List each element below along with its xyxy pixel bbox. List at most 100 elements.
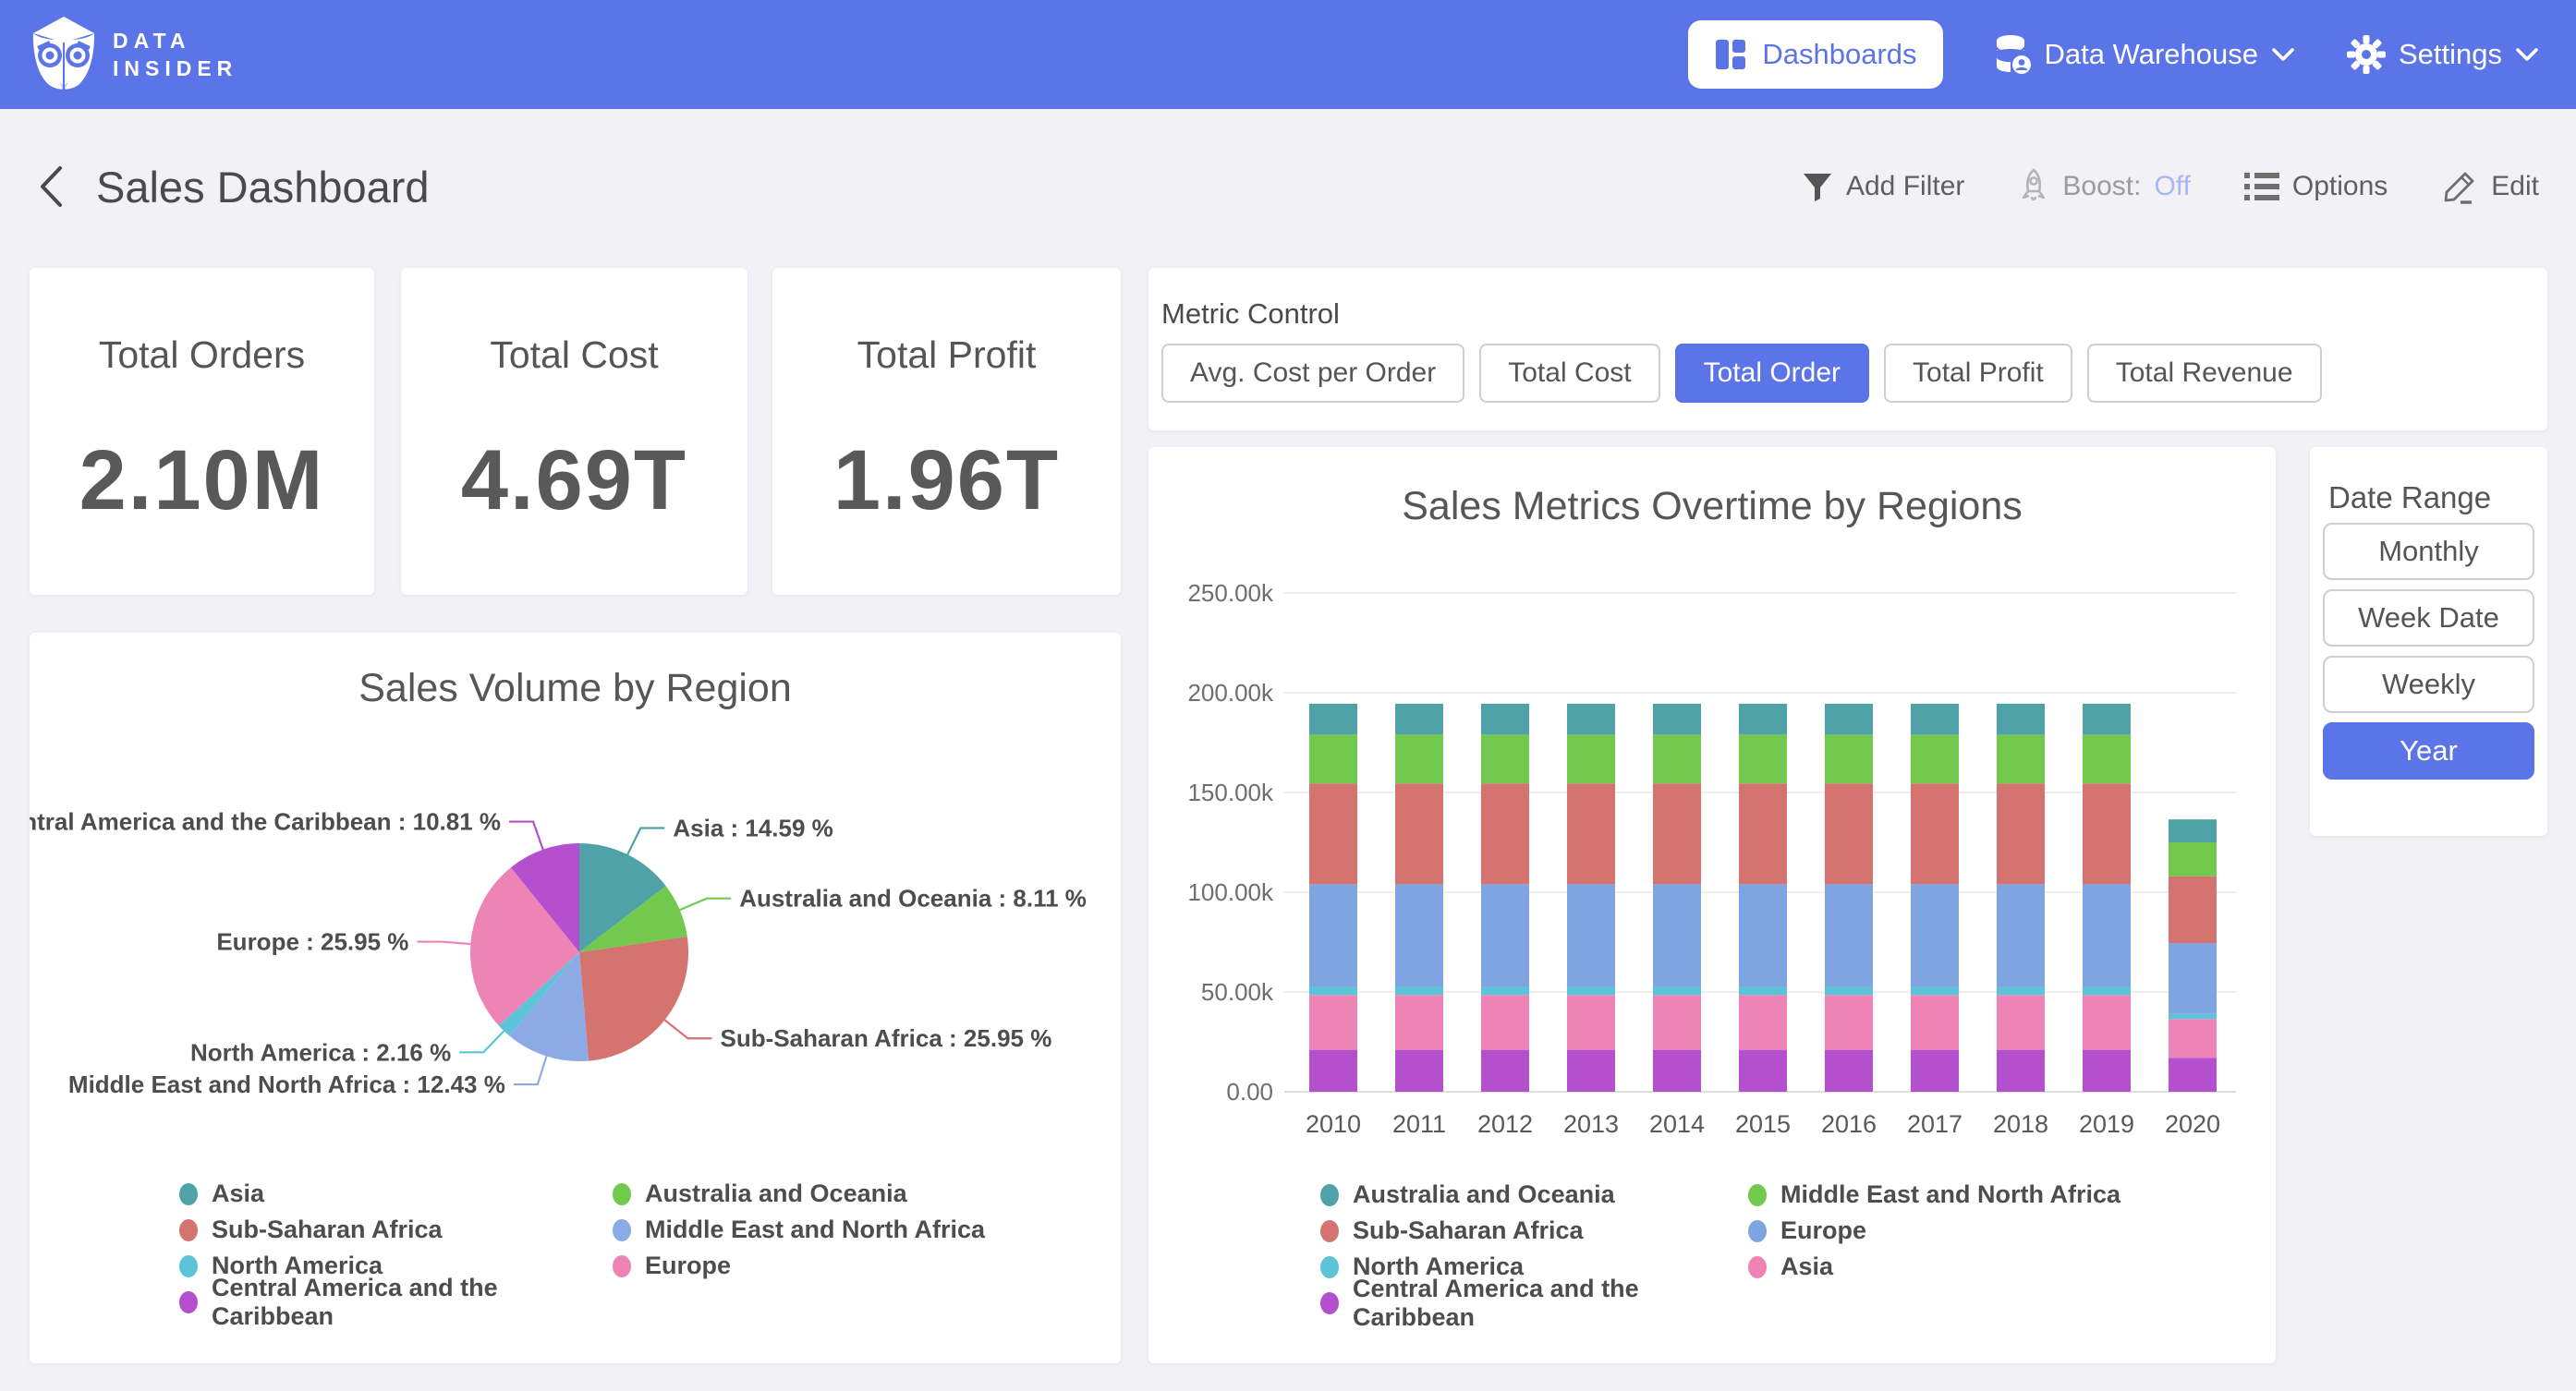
metric-button-total-order[interactable]: Total Order [1675,344,1869,403]
bar-segment[interactable] [1653,995,1701,1049]
bar-segment[interactable] [1997,884,2045,986]
metric-button-total-revenue[interactable]: Total Revenue [2087,344,2322,403]
bar-segment[interactable] [2083,734,2131,783]
bar-segment[interactable] [1395,704,1443,734]
bar-segment[interactable] [1481,704,1529,734]
bar-segment[interactable] [1481,1050,1529,1092]
metric-button-total-cost[interactable]: Total Cost [1479,344,1659,403]
bar-segment[interactable] [1825,734,1873,783]
bar-segment[interactable] [2169,842,2217,877]
bar-segment[interactable] [1567,734,1615,783]
bar-segment[interactable] [2083,995,2131,1049]
date-range-button-weekly[interactable]: Weekly [2323,656,2534,713]
nav-dashboards-button[interactable]: Dashboards [1688,20,1942,89]
options-button[interactable]: Options [2244,171,2388,202]
bar-segment[interactable] [1653,734,1701,783]
bar-segment[interactable] [2169,1058,2217,1092]
bar-segment[interactable] [1911,783,1959,884]
bar-segment[interactable] [2169,819,2217,842]
bar-segment[interactable] [1911,884,1959,986]
bar-segment[interactable] [1825,995,1873,1049]
bar-segment[interactable] [1567,704,1615,734]
bar-segment[interactable] [1739,1050,1787,1092]
bar-segment[interactable] [1997,734,2045,783]
metric-button-total-profit[interactable]: Total Profit [1884,344,2072,403]
bar-segment[interactable] [2169,1014,2217,1019]
bar-segment[interactable] [1911,995,1959,1049]
bar-segment[interactable] [1481,783,1529,884]
legend-item[interactable]: Australia and Oceania [1320,1177,1748,1213]
legend-item[interactable]: Europe [1748,1213,2120,1249]
bar-segment[interactable] [1997,1050,2045,1092]
bar-segment[interactable] [2083,783,2131,884]
bar-segment[interactable] [1481,995,1529,1049]
legend-item[interactable]: Asia [1748,1249,2120,1285]
bar-segment[interactable] [1997,987,2045,996]
bar-segment[interactable] [1481,884,1529,986]
bar-segment[interactable] [1309,734,1357,783]
bar-segment[interactable] [1911,734,1959,783]
legend-item[interactable]: Middle East and North Africa [1748,1177,2120,1213]
legend-item[interactable]: Australia and Oceania [613,1176,985,1212]
legend-item[interactable]: Europe [613,1248,985,1284]
legend-item[interactable]: Central America and the Caribbean [1320,1285,1748,1321]
boost-toggle[interactable]: Boost: Off [2018,168,2191,205]
bar-segment[interactable] [1481,734,1529,783]
bar-segment[interactable] [1309,1050,1357,1092]
bar-segment[interactable] [2169,877,2217,943]
date-range-button-monthly[interactable]: Monthly [2323,523,2534,580]
bar-segment[interactable] [1481,987,1529,996]
bar-segment[interactable] [1739,987,1787,996]
bar-segment[interactable] [1567,987,1615,996]
bar-segment[interactable] [1825,783,1873,884]
bar-segment[interactable] [1567,1050,1615,1092]
pie-chart[interactable]: Asia : 14.59 %Australia and Oceania : 8.… [30,633,1121,1167]
bar-segment[interactable] [2169,1019,2217,1058]
legend-item[interactable]: Central America and the Caribbean [179,1284,613,1320]
bar-segment[interactable] [1739,704,1787,734]
edit-button[interactable]: Edit [2441,168,2539,205]
bar-segment[interactable] [1911,987,1959,996]
pie-slice[interactable] [579,937,688,1061]
nav-data-warehouse[interactable]: Data Warehouse [1995,34,2295,75]
bar-segment[interactable] [1825,884,1873,986]
bar-segment[interactable] [1825,987,1873,996]
bar-segment[interactable] [1997,995,2045,1049]
bar-segment[interactable] [1567,995,1615,1049]
bar-segment[interactable] [1825,704,1873,734]
bar-segment[interactable] [1653,987,1701,996]
bar-segment[interactable] [1395,995,1443,1049]
bar-segment[interactable] [1309,884,1357,986]
bar-segment[interactable] [1395,1050,1443,1092]
bar-segment[interactable] [2083,1050,2131,1092]
bar-segment[interactable] [1653,884,1701,986]
legend-item[interactable]: Asia [179,1176,613,1212]
bar-segment[interactable] [1997,704,2045,734]
legend-item[interactable]: Sub-Saharan Africa [1320,1213,1748,1249]
nav-settings[interactable]: Settings [2347,35,2539,74]
date-range-button-week-date[interactable]: Week Date [2323,589,2534,647]
date-range-button-year[interactable]: Year [2323,722,2534,780]
bar-segment[interactable] [2169,943,2217,1014]
bar-segment[interactable] [1309,987,1357,996]
bar-segment[interactable] [1997,783,2045,884]
bar-segment[interactable] [1653,1050,1701,1092]
stacked-bar-chart[interactable]: 0.0050.00k100.00k150.00k200.00k250.00k20… [1148,447,2276,1158]
bar-segment[interactable] [1309,995,1357,1049]
bar-segment[interactable] [1309,704,1357,734]
bar-segment[interactable] [1825,1050,1873,1092]
bar-segment[interactable] [1395,783,1443,884]
legend-item[interactable]: Sub-Saharan Africa [179,1212,613,1248]
bar-segment[interactable] [1567,783,1615,884]
bar-segment[interactable] [1395,884,1443,986]
bar-segment[interactable] [1395,734,1443,783]
metric-button-avg-cost-per-order[interactable]: Avg. Cost per Order [1161,344,1464,403]
bar-segment[interactable] [1653,704,1701,734]
back-button[interactable] [28,163,74,210]
legend-item[interactable]: Middle East and North Africa [613,1212,985,1248]
bar-segment[interactable] [1911,1050,1959,1092]
bar-segment[interactable] [2083,704,2131,734]
bar-segment[interactable] [1739,734,1787,783]
bar-segment[interactable] [1395,987,1443,996]
bar-segment[interactable] [1739,783,1787,884]
